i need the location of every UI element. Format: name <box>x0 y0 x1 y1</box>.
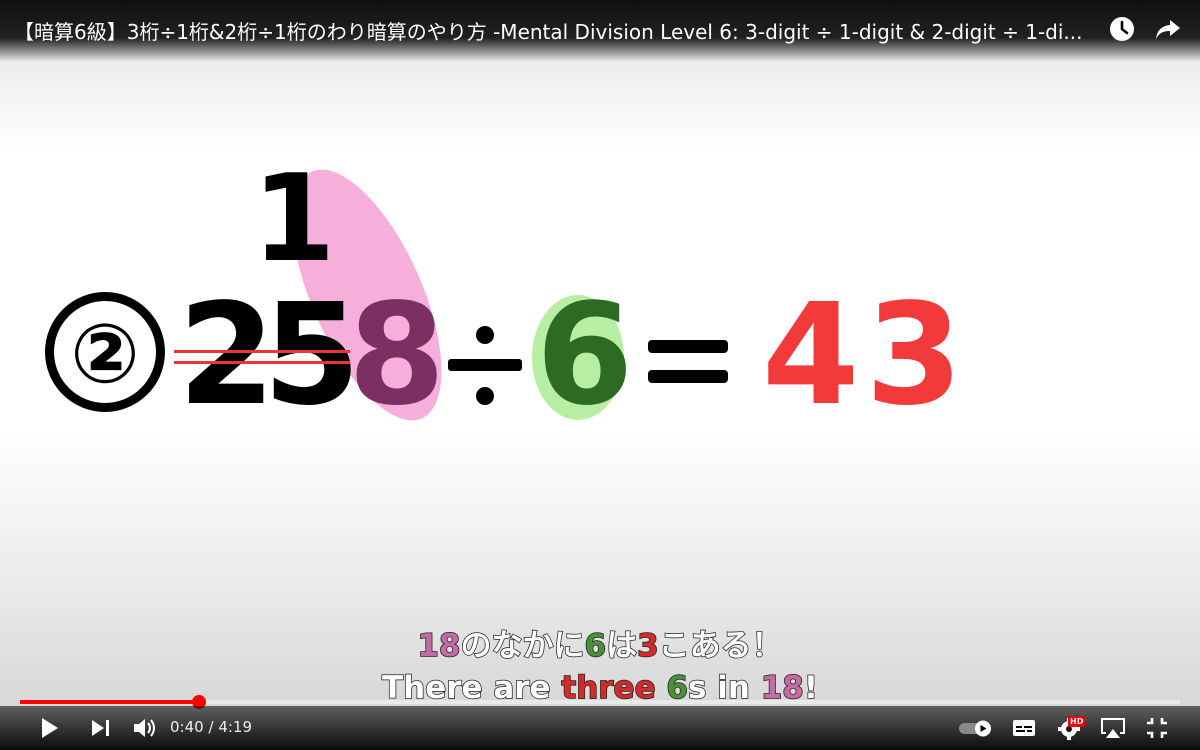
volume-icon[interactable] <box>130 713 160 743</box>
progress-bar[interactable] <box>20 695 1180 709</box>
video-frame[interactable]: 1 ② 2 5 8 6 43 18のなかに6は3こある！ There are t… <box>0 0 1200 750</box>
autoplay-toggle-icon[interactable] <box>956 713 996 743</box>
carry-digit: 1 <box>252 150 336 289</box>
sub-jp-18: 18 <box>417 627 462 665</box>
divide-dot-bottom <box>476 387 494 405</box>
sub-jp-text-2: は <box>605 627 638 665</box>
exit-fullscreen-icon[interactable] <box>1142 713 1172 743</box>
dividend-digit-1: 2 <box>178 274 276 437</box>
divisor: 6 <box>536 274 634 437</box>
share-icon[interactable] <box>1153 14 1183 44</box>
strike-line-bottom <box>174 361 350 364</box>
equals-bar-bottom <box>648 370 728 383</box>
time-display: 0:40 / 4:19 <box>170 718 252 736</box>
airplay-icon[interactable] <box>1098 713 1128 743</box>
duration: 4:19 <box>218 718 252 736</box>
top-bar: 【暗算6級】3桁÷1桁&2桁÷1桁のわり暗算のやり方 -Mental Divis… <box>0 0 1200 62</box>
divide-dot-top <box>476 326 494 344</box>
watch-later-icon[interactable] <box>1107 14 1137 44</box>
problem-number-label: ② <box>70 307 140 402</box>
progress-played <box>20 700 199 704</box>
dividend-digit-2: 5 <box>263 274 361 437</box>
sub-jp-text-3: こある！ <box>658 627 784 665</box>
current-time: 0:40 <box>170 718 204 736</box>
dividend-digit-3: 8 <box>348 274 446 437</box>
play-icon[interactable] <box>34 713 64 743</box>
problem-number: ② <box>45 292 165 412</box>
answer: 43 <box>762 274 969 437</box>
next-icon[interactable] <box>86 713 116 743</box>
subtitle-japanese: 18のなかに6は3こある！ <box>0 620 1200 665</box>
sub-jp-6: 6 <box>584 627 607 665</box>
player-controls: 0:40 / 4:19 HD <box>0 706 1200 750</box>
strike-line-top <box>174 350 350 353</box>
sub-jp-3: 3 <box>636 627 659 665</box>
video-title[interactable]: 【暗算6級】3桁÷1桁&2桁÷1桁のわり暗算のやり方 -Mental Divis… <box>14 16 1094 45</box>
equals-bar-top <box>648 340 728 353</box>
sub-jp-text-1: のなかに <box>460 627 586 665</box>
subtitles-icon[interactable] <box>1009 713 1039 743</box>
hd-badge: HD <box>1068 716 1086 727</box>
divide-bar <box>448 359 522 371</box>
time-separator: / <box>208 718 214 736</box>
